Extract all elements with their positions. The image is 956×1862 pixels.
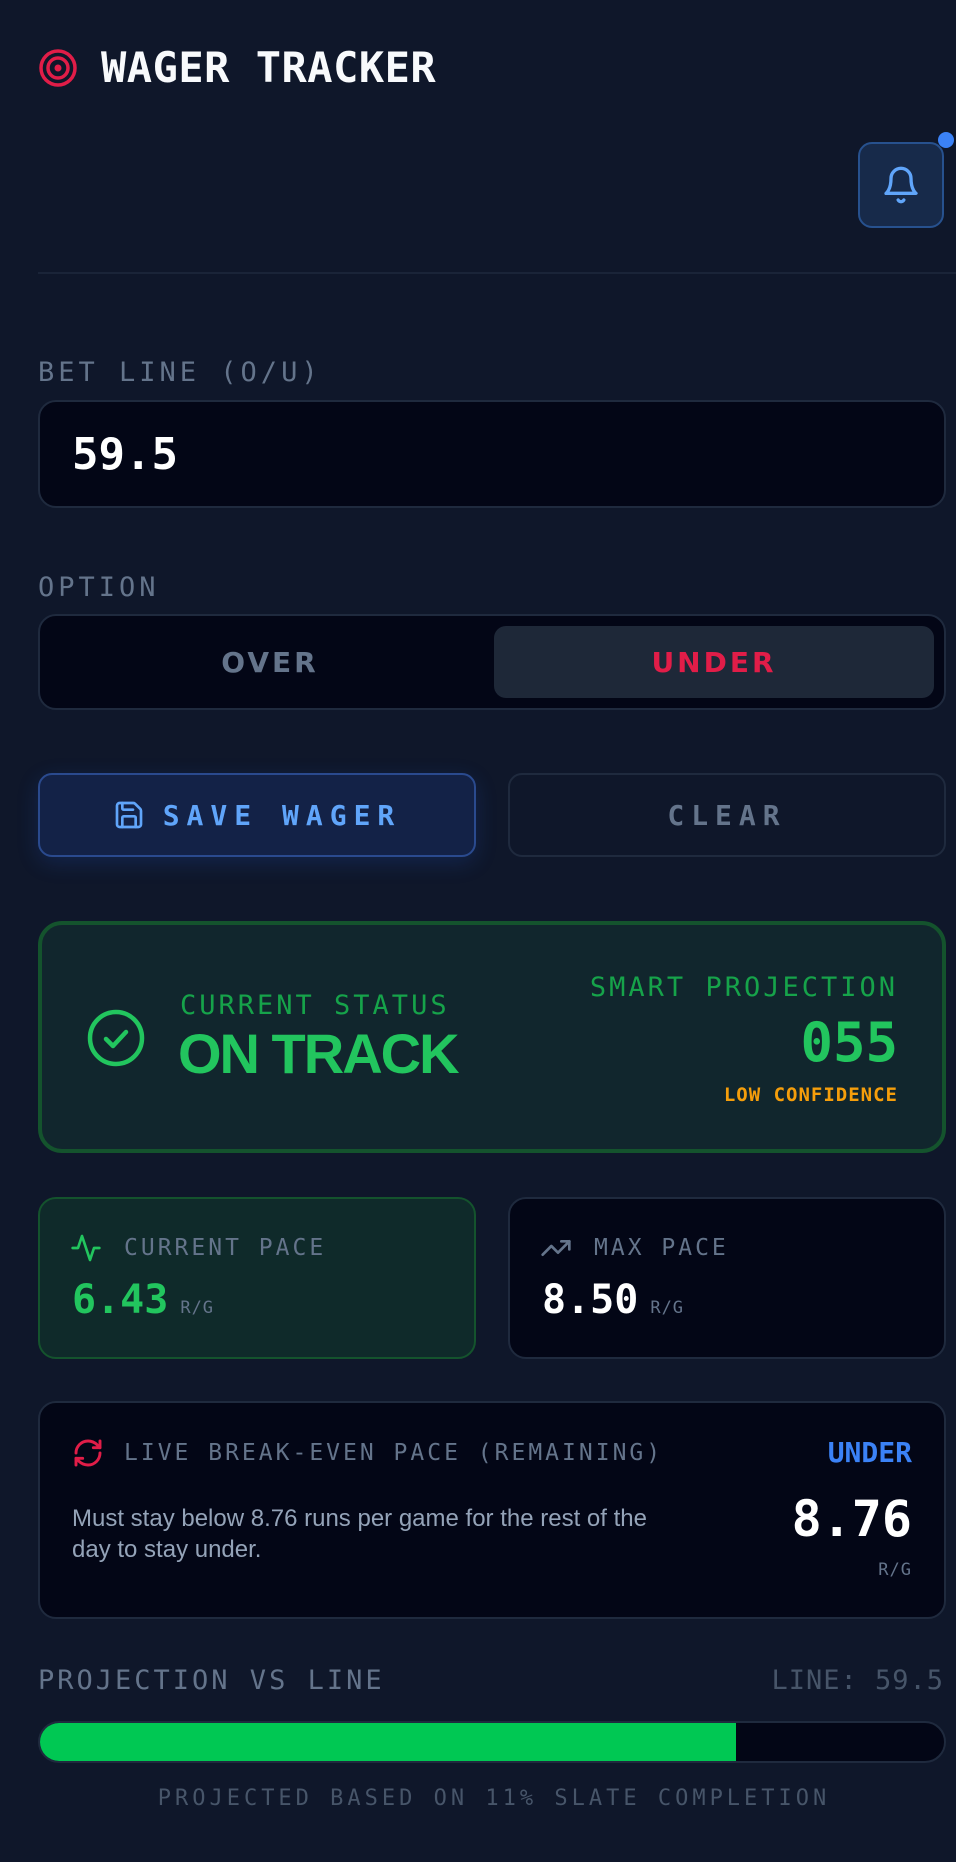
notification-dot xyxy=(938,132,954,148)
max-pace-value: 8.50 xyxy=(542,1277,639,1323)
line-value-label: LINE: 59.5 xyxy=(771,1665,944,1696)
current-pace-unit: R/G xyxy=(180,1298,215,1318)
projection-progress-fill xyxy=(40,1723,737,1761)
projection-footnote: PROJECTED BASED ON 11% SLATE COMPLETION xyxy=(157,1786,831,1811)
clear-button[interactable]: CLEAR xyxy=(508,773,946,857)
option-label: OPTION xyxy=(38,572,160,603)
break-even-unit: R/G xyxy=(878,1560,912,1580)
break-even-label: LIVE BREAK-EVEN PACE (REMAINING) xyxy=(124,1440,664,1466)
trending-up-icon xyxy=(541,1240,571,1256)
max-pace-label: MAX PACE xyxy=(594,1235,729,1261)
current-pace-value: 6.43 xyxy=(72,1277,169,1323)
option-under-button[interactable]: UNDER xyxy=(494,626,934,698)
bet-line-input[interactable] xyxy=(38,400,946,508)
smart-projection-label: SMART PROJECTION xyxy=(589,972,898,1003)
max-pace-card: MAX PACE 8.50 R/G xyxy=(508,1197,946,1359)
projection-vs-line-label: PROJECTION VS LINE xyxy=(38,1665,385,1696)
bell-icon xyxy=(884,166,918,204)
target-icon xyxy=(39,49,77,87)
bet-line-label: BET LINE (O/U) xyxy=(38,357,322,388)
projection-progress-bar xyxy=(38,1721,946,1763)
max-pace-unit: R/G xyxy=(650,1298,685,1318)
break-even-value: 8.76 xyxy=(791,1490,912,1548)
option-toggle: OVER UNDER xyxy=(38,614,946,710)
activity-icon xyxy=(71,1234,101,1262)
confidence-badge: LOW CONFIDENCE xyxy=(723,1084,898,1106)
current-status-value: ON TRACK xyxy=(178,1022,460,1085)
current-pace-card: CURRENT PACE 6.43 R/G xyxy=(38,1197,476,1359)
header-divider xyxy=(38,272,956,274)
notifications-button[interactable] xyxy=(858,142,944,228)
refresh-icon xyxy=(74,1439,102,1467)
option-over-button[interactable]: OVER xyxy=(50,626,490,698)
break-even-side: UNDER xyxy=(827,1436,912,1469)
break-even-description: Must stay below 8.76 runs per game for t… xyxy=(72,1505,647,1563)
smart-projection-value: 055 xyxy=(800,1011,898,1074)
current-pace-label: CURRENT PACE xyxy=(124,1235,327,1261)
save-wager-button[interactable]: SAVE WAGER xyxy=(38,773,476,857)
save-icon xyxy=(115,801,143,829)
app-title: WAGER TRACKER xyxy=(101,43,437,92)
save-wager-label: SAVE WAGER xyxy=(162,798,402,832)
check-circle-icon xyxy=(87,1009,145,1067)
current-status-label: CURRENT STATUS xyxy=(180,990,450,1021)
